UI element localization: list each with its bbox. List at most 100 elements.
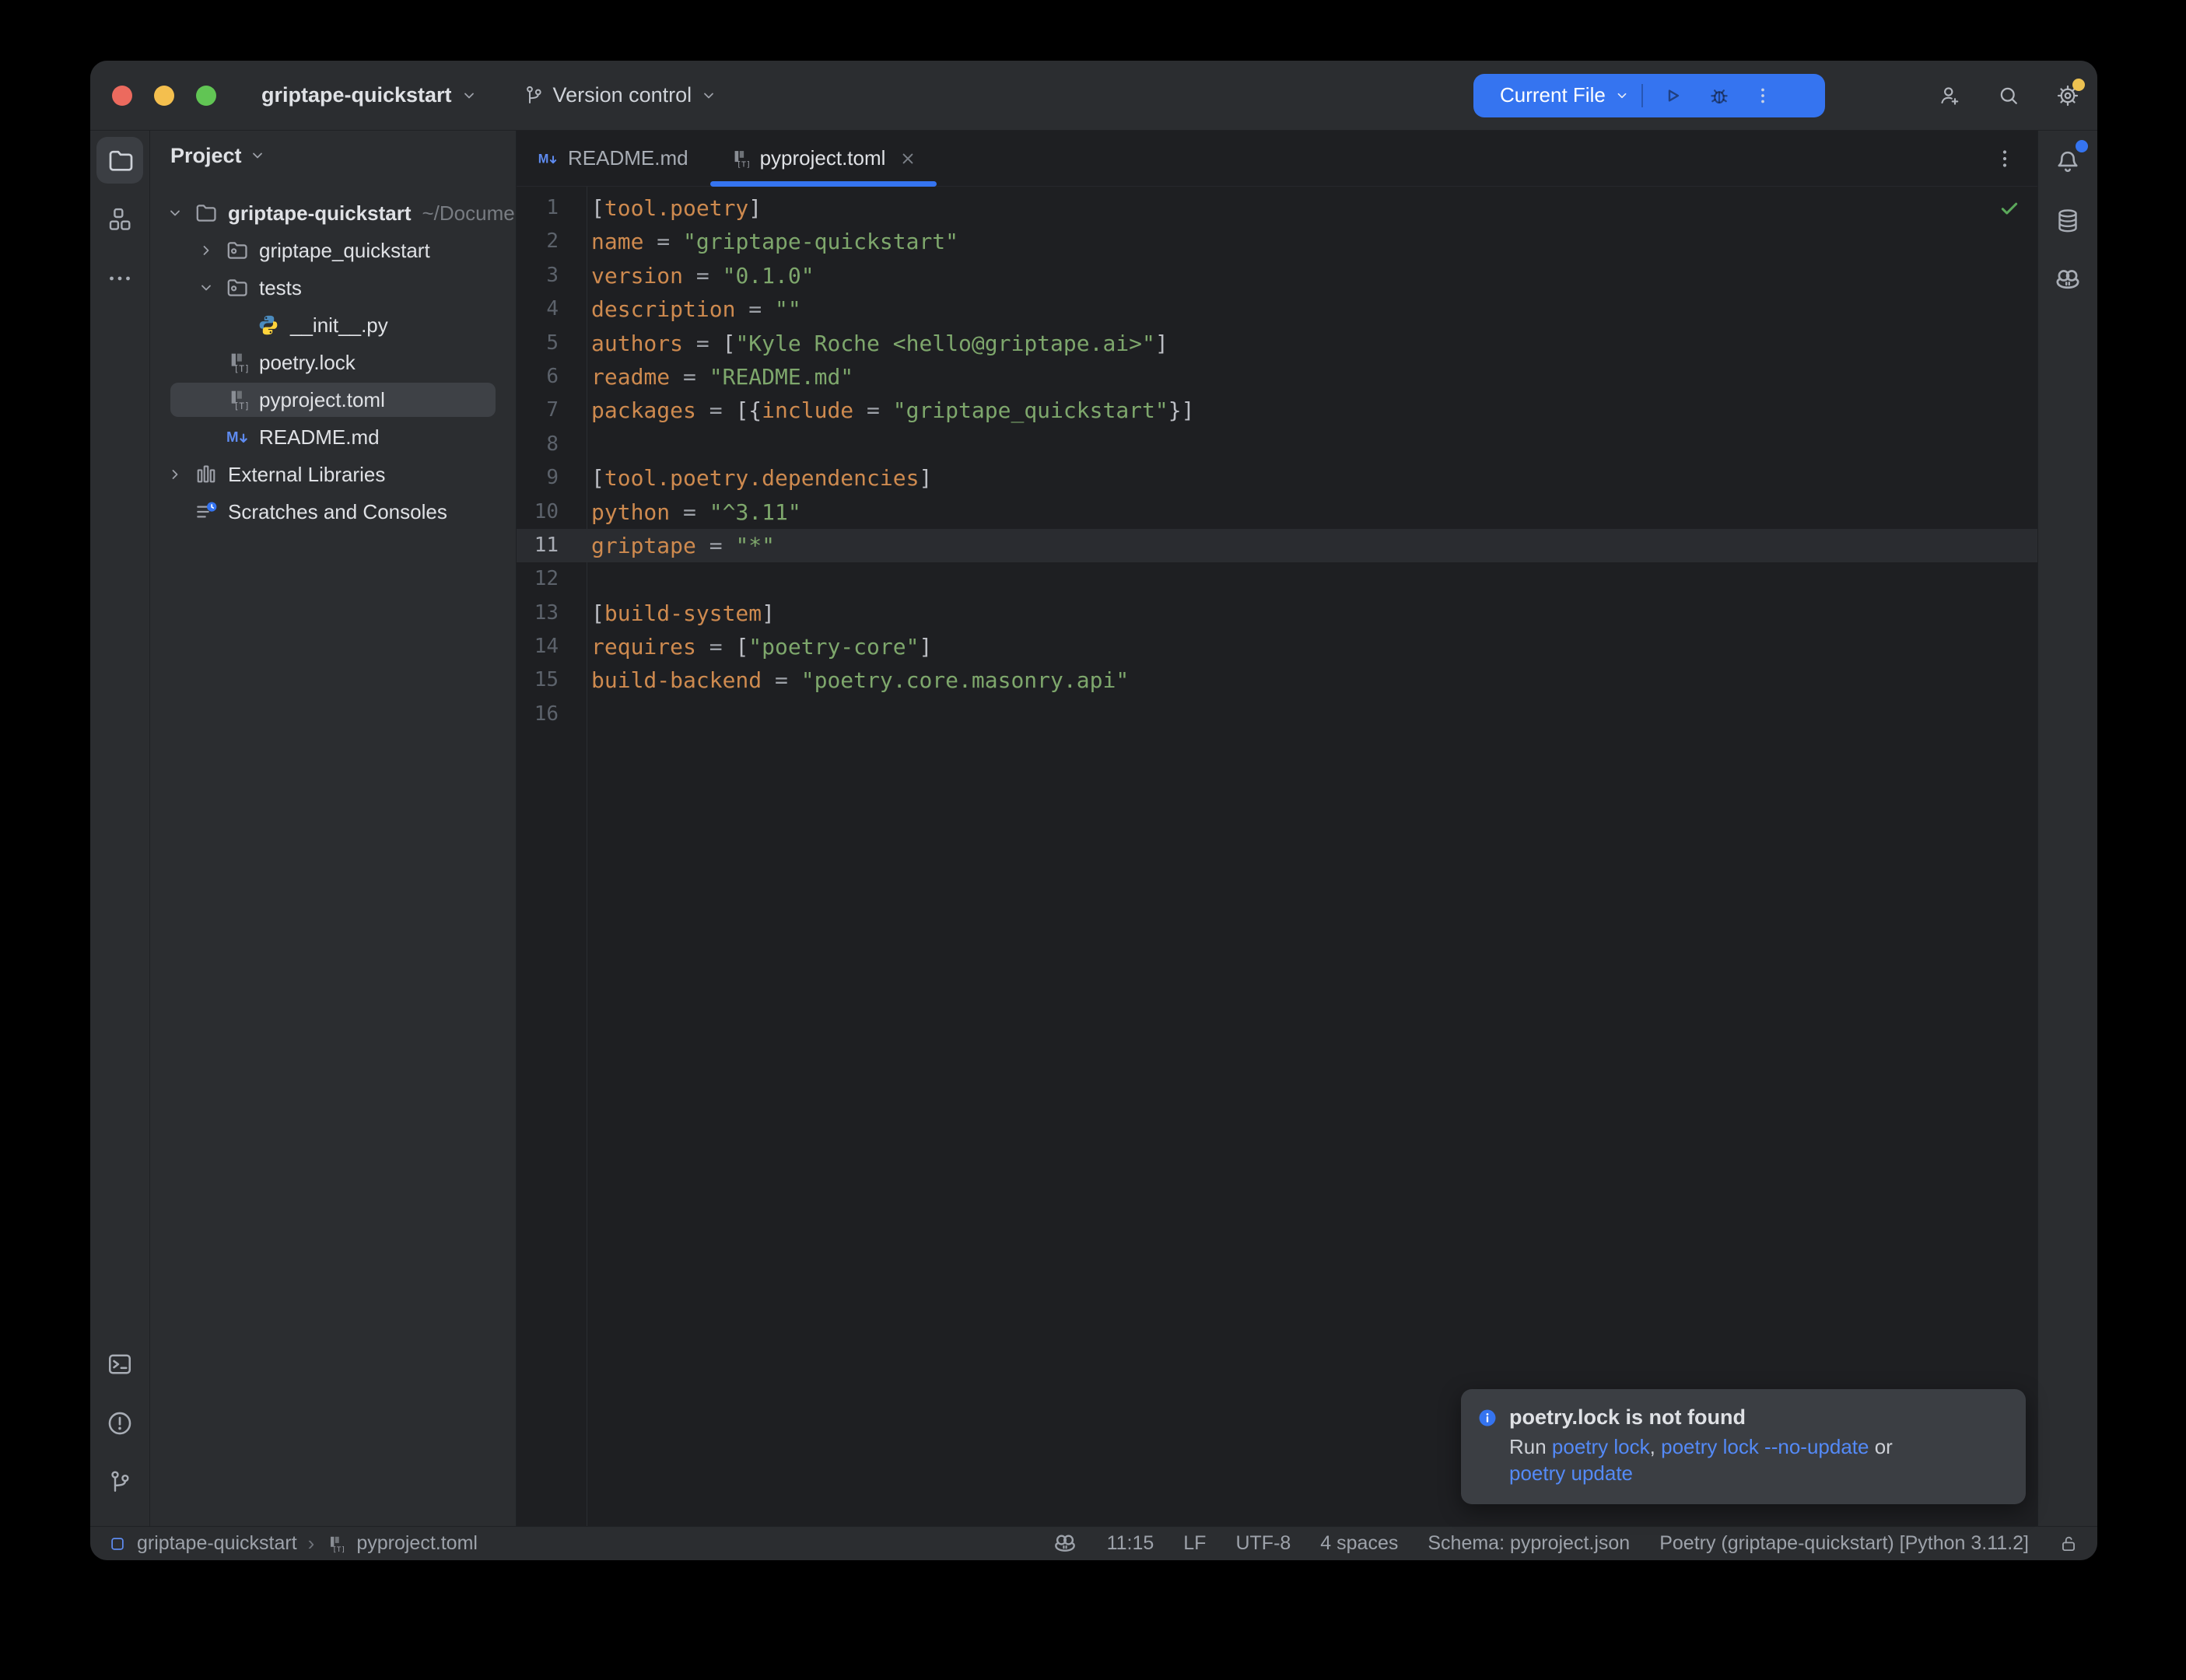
run-button[interactable] [1660,83,1685,108]
chevron-spacer [166,502,194,522]
close-tab-icon[interactable] [898,149,918,169]
status-item-poetry-griptape-quickstart-python-3-11-2[interactable]: Poetry (griptape-quickstart) [Python 3.1… [1659,1532,2029,1555]
close-window-button[interactable] [112,86,132,106]
project-switcher[interactable]: griptape-quickstart [261,83,478,107]
ai-assistant-status-icon[interactable] [1053,1531,1077,1556]
code-line-1[interactable]: 1[tool.poetry] [517,191,2037,225]
tree-item-label: External Libraries [228,463,385,487]
python-file-icon [256,313,281,338]
line-number: 2 [517,225,587,258]
chevron-right-icon[interactable] [166,464,194,485]
run-configuration-selector[interactable]: Current File [1500,83,1606,107]
code-with-me-button[interactable] [1934,80,1965,111]
git-branch-icon [106,1468,134,1496]
inspections-ok-icon[interactable] [1999,198,2020,219]
status-item-schema-pyproject-json[interactable]: Schema: pyproject.json [1428,1532,1630,1555]
code-line-15[interactable]: 15build-backend = "poetry.core.masonry.a… [517,663,2037,697]
terminal-icon [106,1350,134,1378]
project-panel-header[interactable]: Project [150,131,516,180]
code-line-10[interactable]: 10python = "^3.11" [517,495,2037,529]
tree-item-griptape-quickstart[interactable]: griptape_quickstart [150,232,516,269]
chevron-down-icon[interactable] [166,203,194,223]
svg-text:[T]: [T] [233,401,249,411]
tree-item-griptape-quickstart[interactable]: griptape-quickstart~/Docume [150,194,516,232]
structure-icon [106,205,134,233]
line-number: 14 [517,630,587,663]
notification-text: Run [1509,1435,1552,1458]
breadcrumb-file[interactable]: pyproject.toml [356,1532,478,1555]
tab-pyproject-toml[interactable]: [T]pyproject.toml [709,131,939,186]
code-line-11[interactable]: 11griptape = "*" [517,529,2037,562]
tree-item-tests[interactable]: tests [150,269,516,306]
code-line-8[interactable]: 8 [517,428,2037,461]
left-stripe-bottom [96,1341,143,1518]
vcs-widget[interactable]: Version control [522,83,719,107]
run-widget: Current File [1473,74,1825,117]
breadcrumb-project[interactable]: griptape-quickstart [137,1532,297,1555]
tab-options-button[interactable] [1992,146,2017,171]
line-content: [tool.poetry] [587,191,762,225]
terminal-tool-button[interactable] [96,1341,143,1388]
maximize-window-button[interactable] [196,86,216,106]
ai-assistant-tool-button[interactable] [2044,257,2091,303]
notifications-bell-tool-button[interactable] [2044,138,2091,185]
code-line-14[interactable]: 14requires = ["poetry-core"] [517,630,2037,663]
chevron-down-icon[interactable] [197,278,225,298]
tree-item-scratches-and-consoles[interactable]: Scratches and Consoles [150,493,516,530]
git-branch-tool-button[interactable] [96,1459,143,1506]
code-line-6[interactable]: 6readme = "README.md" [517,360,2037,394]
tree-item-pyproject-toml[interactable]: [T]pyproject.toml [150,381,516,418]
run-more-options-button[interactable] [1752,85,1774,107]
code-line-7[interactable]: 7packages = [{include = "griptape_quicks… [517,394,2037,427]
project-panel-title: Project [170,144,242,168]
folder-icon [194,201,219,226]
project-folder-tool-button[interactable] [96,137,143,184]
structure-tool-button[interactable] [96,196,143,243]
tree-item-label: griptape-quickstart [228,201,412,226]
code-line-13[interactable]: 13[build-system] [517,597,2037,630]
settings-button[interactable] [2052,80,2083,111]
code-line-5[interactable]: 5authors = ["Kyle Roche <hello@griptape.… [517,327,2037,360]
code-line-3[interactable]: 3version = "0.1.0" [517,259,2037,292]
problems-icon [106,1409,134,1437]
tree-item-poetry-lock[interactable]: [T]poetry.lock [150,344,516,381]
tab-readme-md[interactable]: MREADME.md [517,131,709,186]
tab-label: pyproject.toml [760,146,886,170]
tree-item-init-py[interactable]: __init__.py [150,306,516,344]
project-tree: griptape-quickstart~/Documegriptape_quic… [150,194,516,530]
run-widget-divider [1641,84,1643,107]
code-line-2[interactable]: 2name = "griptape-quickstart" [517,225,2037,258]
code-line-16[interactable]: 16 [517,698,2037,731]
notifications-bell-icon [2054,148,2082,176]
editor[interactable]: 1[tool.poetry]2name = "griptape-quicksta… [517,187,2037,1526]
database-tool-button[interactable] [2044,198,2091,244]
status-item-4-spaces[interactable]: 4 spaces [1320,1532,1398,1555]
project-folder-icon [106,146,134,174]
title-bar: griptape-quickstart Version control Curr… [90,61,2097,131]
tree-item-readme-md[interactable]: MREADME.md [150,418,516,456]
code-line-4[interactable]: 4description = "" [517,292,2037,326]
search-everywhere-button[interactable] [1993,80,2024,111]
more-tool-windows-tool-button[interactable] [96,255,143,302]
tree-item-external-libraries[interactable]: External Libraries [150,456,516,493]
problems-tool-button[interactable] [96,1400,143,1447]
code-line-9[interactable]: 9[tool.poetry.dependencies] [517,461,2037,495]
debug-button[interactable] [1707,83,1732,108]
module-icon [109,1535,126,1552]
left-tool-window-stripe [90,131,150,1526]
chevron-down-icon[interactable] [1613,87,1631,104]
info-icon [1478,1409,1497,1427]
notification-link-poetry-lock-no-update[interactable]: poetry lock --no-update [1661,1435,1869,1458]
status-item-11-15[interactable]: 11:15 [1107,1532,1154,1555]
breadcrumb: griptape-quickstart › [T] pyproject.toml [109,1531,478,1556]
code-line-12[interactable]: 12 [517,562,2037,596]
notification-link-poetry-update[interactable]: poetry update [1509,1461,1633,1485]
status-item-utf-8[interactable]: UTF-8 [1235,1532,1291,1555]
notification-content: poetry.lock is not found Run poetry lock… [1509,1405,1893,1490]
unlock-icon[interactable] [2058,1534,2079,1554]
notification-link-poetry-lock[interactable]: poetry lock [1552,1435,1650,1458]
tree-item-label: __init__.py [290,313,388,338]
status-item-lf[interactable]: LF [1183,1532,1206,1555]
chevron-right-icon[interactable] [197,240,225,261]
minimize-window-button[interactable] [154,86,174,106]
